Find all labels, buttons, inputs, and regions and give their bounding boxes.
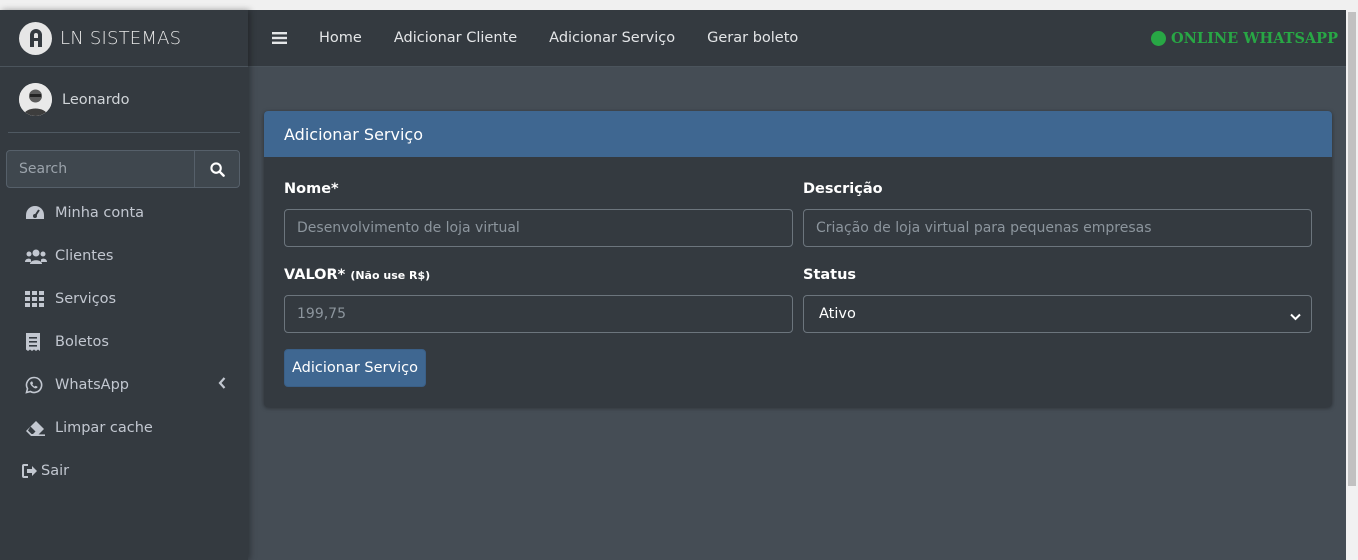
- avatar: [19, 83, 52, 116]
- whatsapp-icon: [25, 376, 47, 394]
- descricao-label: Descrição: [803, 181, 883, 197]
- sidebar: LN SISTEMAS Leonardo Search Minha conta …: [0, 10, 248, 560]
- brand-link[interactable]: LN SISTEMAS: [0, 10, 248, 67]
- users-icon: [25, 248, 47, 264]
- valor-label: VALOR* (Não use R$): [284, 267, 430, 283]
- status-select[interactable]: Ativo: [803, 295, 1312, 333]
- chevron-down-icon: [1290, 309, 1301, 325]
- valor-hint: (Não use R$): [350, 269, 431, 282]
- sidebar-item-label: Boletos: [55, 333, 109, 350]
- menu-toggle-button[interactable]: [272, 31, 287, 45]
- sidebar-item-label: Limpar cache: [55, 419, 153, 436]
- sign-out-icon: [22, 463, 38, 478]
- page-scrollbar[interactable]: [1346, 10, 1358, 560]
- sidebar-item-label: Clientes: [55, 247, 114, 264]
- brand-name: LN SISTEMAS: [60, 27, 182, 49]
- sidebar-nav: Minha conta Clientes Serviços Boletos Wh…: [0, 191, 248, 492]
- whatsapp-status: ONLINE WHATSAPP: [1151, 30, 1338, 47]
- ln-logo-icon: [19, 21, 52, 55]
- search-button[interactable]: [194, 151, 239, 187]
- status-dot-icon: [1151, 30, 1167, 46]
- nav-link-adicionar-servico[interactable]: Adicionar Serviço: [549, 30, 675, 46]
- sidebar-item-minha-conta[interactable]: Minha conta: [0, 191, 248, 234]
- add-service-button[interactable]: Adicionar Serviço: [284, 349, 426, 387]
- hamburger-icon: [272, 32, 287, 44]
- sidebar-item-label: Minha conta: [55, 204, 145, 221]
- nav-link-adicionar-cliente[interactable]: Adicionar Cliente: [394, 30, 517, 46]
- browser-top-strip: [0, 0, 1358, 10]
- user-name: Leonardo: [62, 91, 130, 108]
- whatsapp-status-text: ONLINE WHATSAPP: [1171, 29, 1338, 47]
- status-label: Status: [803, 267, 857, 283]
- tachometer-icon: [25, 205, 47, 221]
- sidebar-item-boletos[interactable]: Boletos: [0, 320, 248, 363]
- valor-input[interactable]: [284, 295, 793, 333]
- sidebar-item-whatsapp[interactable]: WhatsApp: [0, 363, 248, 406]
- top-navbar: Home Adicionar Cliente Adicionar Serviço…: [248, 10, 1346, 67]
- search-icon: [209, 161, 225, 177]
- card-title: Adicionar Serviço: [264, 111, 1332, 157]
- sidebar-item-clientes[interactable]: Clientes: [0, 234, 248, 277]
- nav-link-gerar-boleto[interactable]: Gerar boleto: [707, 30, 798, 46]
- eraser-icon: [25, 420, 47, 436]
- search-input[interactable]: [7, 151, 194, 187]
- sidebar-search: [6, 150, 240, 188]
- valor-label-text: VALOR*: [284, 267, 346, 283]
- receipt-icon: [25, 332, 47, 351]
- nome-input[interactable]: [284, 209, 793, 247]
- sidebar-item-label: Serviços: [55, 290, 117, 307]
- sidebar-item-sair[interactable]: Sair: [0, 449, 248, 492]
- grid-icon: [25, 290, 47, 307]
- chevron-left-icon: [218, 377, 226, 393]
- sidebar-item-servicos[interactable]: Serviços: [0, 277, 248, 320]
- user-panel[interactable]: Leonardo: [8, 67, 240, 133]
- nome-label: Nome*: [284, 181, 339, 197]
- add-service-card: Adicionar Serviço Nome* Descrição VALOR*…: [264, 111, 1332, 407]
- descricao-input[interactable]: [803, 209, 1312, 247]
- sidebar-item-label: Sair: [41, 462, 70, 479]
- scrollbar-thumb[interactable]: [1348, 12, 1356, 486]
- nav-link-home[interactable]: Home: [319, 30, 362, 46]
- sidebar-item-label: WhatsApp: [55, 376, 129, 393]
- sidebar-item-limpar-cache[interactable]: Limpar cache: [0, 406, 248, 449]
- status-select-value: Ativo: [819, 306, 856, 322]
